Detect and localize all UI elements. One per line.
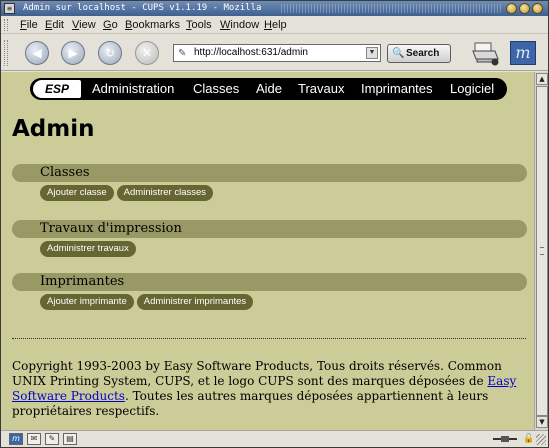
security-lock-icon[interactable]: 🔓 xyxy=(523,433,535,445)
menu-window[interactable]: Window xyxy=(220,16,259,34)
close-button[interactable] xyxy=(532,3,543,14)
reload-button[interactable]: ↻ xyxy=(98,41,122,65)
vertical-scrollbar[interactable]: ▲ ▼ xyxy=(534,72,548,430)
page-content: ESP Administration Classes Aide Travaux … xyxy=(1,72,534,430)
menu-help[interactable]: Help xyxy=(264,16,287,34)
menu-edit[interactable]: Edit xyxy=(45,16,64,34)
copyright-footer: Copyright 1993-2003 by Easy Software Pro… xyxy=(12,359,527,419)
menu-file[interactable]: File xyxy=(20,16,38,34)
menu-tools[interactable]: Tools xyxy=(186,16,212,34)
footer-text-before-link: Copyright 1993-2003 by Easy Software Pro… xyxy=(12,359,502,388)
manage-printers-button[interactable]: Administrer imprimantes xyxy=(136,294,254,310)
url-input[interactable]: http://localhost:631/admin xyxy=(194,45,308,61)
manage-classes-button[interactable]: Administrer classes xyxy=(116,185,214,201)
scroll-up-icon[interactable]: ▲ xyxy=(536,73,548,85)
cups-navigation-bar: ESP Administration Classes Aide Travaux … xyxy=(30,78,507,100)
status-bar: m ✉ ✎ ▤ 🔓 xyxy=(1,430,548,447)
toolbar-grip[interactable] xyxy=(4,40,8,66)
address-book-icon[interactable]: ▤ xyxy=(63,433,77,445)
nav-link-imprimantes[interactable]: Imprimantes xyxy=(361,78,433,100)
search-button-label: Search xyxy=(406,48,440,59)
nav-link-classes[interactable]: Classes xyxy=(193,78,239,100)
online-status-icon[interactable] xyxy=(491,434,521,444)
menu-view[interactable]: View xyxy=(72,16,96,34)
menu-bar: File Edit View Go Bookmarks Tools Window… xyxy=(1,16,548,34)
mail-icon[interactable]: ✉ xyxy=(27,433,41,445)
manage-jobs-button[interactable]: Administrer travaux xyxy=(40,241,136,257)
browser-window: ≡ Admin sur localhost - CUPS v1.1.19 - M… xyxy=(0,0,549,448)
nav-link-logiciel[interactable]: Logiciel xyxy=(450,78,494,100)
menubar-grip[interactable] xyxy=(4,19,8,31)
page-title: Admin xyxy=(12,116,95,142)
mozilla-logo-icon[interactable]: m xyxy=(510,41,536,65)
section-buttons: Administrer travaux xyxy=(40,241,139,260)
search-button[interactable]: 🔍 Search xyxy=(387,44,451,63)
nav-link-aide[interactable]: Aide xyxy=(256,78,282,100)
forward-button[interactable]: ▶ xyxy=(61,41,85,65)
menu-bookmarks[interactable]: Bookmarks xyxy=(125,16,180,34)
add-class-button[interactable]: Ajouter classe xyxy=(40,185,114,201)
page-proxy-icon[interactable]: ✎ xyxy=(178,46,186,62)
section-buttons: Ajouter classe Administrer classes xyxy=(40,185,216,204)
url-dropdown-icon[interactable]: ▼ xyxy=(366,47,378,59)
print-icon[interactable] xyxy=(471,40,501,66)
minimize-button[interactable] xyxy=(506,3,517,14)
section-buttons: Ajouter imprimante Administrer imprimante… xyxy=(40,294,256,313)
esp-logo[interactable]: ESP xyxy=(33,80,81,98)
scrollbar-thumb[interactable] xyxy=(536,86,548,416)
menu-go[interactable]: Go xyxy=(103,16,118,34)
window-title: Admin sur localhost - CUPS v1.1.19 - Moz… xyxy=(23,3,262,13)
nav-link-administration[interactable]: Administration xyxy=(92,78,174,100)
composer-icon[interactable]: ✎ xyxy=(45,433,59,445)
navigator-icon[interactable]: m xyxy=(9,433,23,445)
resize-grip[interactable] xyxy=(536,434,546,445)
footer-divider xyxy=(12,338,526,339)
back-button[interactable]: ◀ xyxy=(25,41,49,65)
nav-link-travaux[interactable]: Travaux xyxy=(298,78,344,100)
window-menu-icon[interactable]: ≡ xyxy=(4,3,15,14)
section-title: Travaux d'impression xyxy=(40,221,182,236)
title-bar[interactable]: ≡ Admin sur localhost - CUPS v1.1.19 - M… xyxy=(1,1,548,16)
add-printer-button[interactable]: Ajouter imprimante xyxy=(40,294,134,310)
search-icon: 🔍 xyxy=(392,48,405,59)
scroll-down-icon[interactable]: ▼ xyxy=(536,416,548,428)
maximize-button[interactable] xyxy=(519,3,530,14)
url-bar[interactable]: ✎ http://localhost:631/admin ▼ xyxy=(173,44,381,62)
section-title: Classes xyxy=(40,165,90,180)
stop-button[interactable]: ✕ xyxy=(135,41,159,65)
section-title: Imprimantes xyxy=(40,274,125,289)
navigation-toolbar: ◀ ▶ ↻ ✕ ✎ http://localhost:631/admin ▼ 🔍… xyxy=(1,35,548,71)
title-bar-grip xyxy=(281,4,501,13)
